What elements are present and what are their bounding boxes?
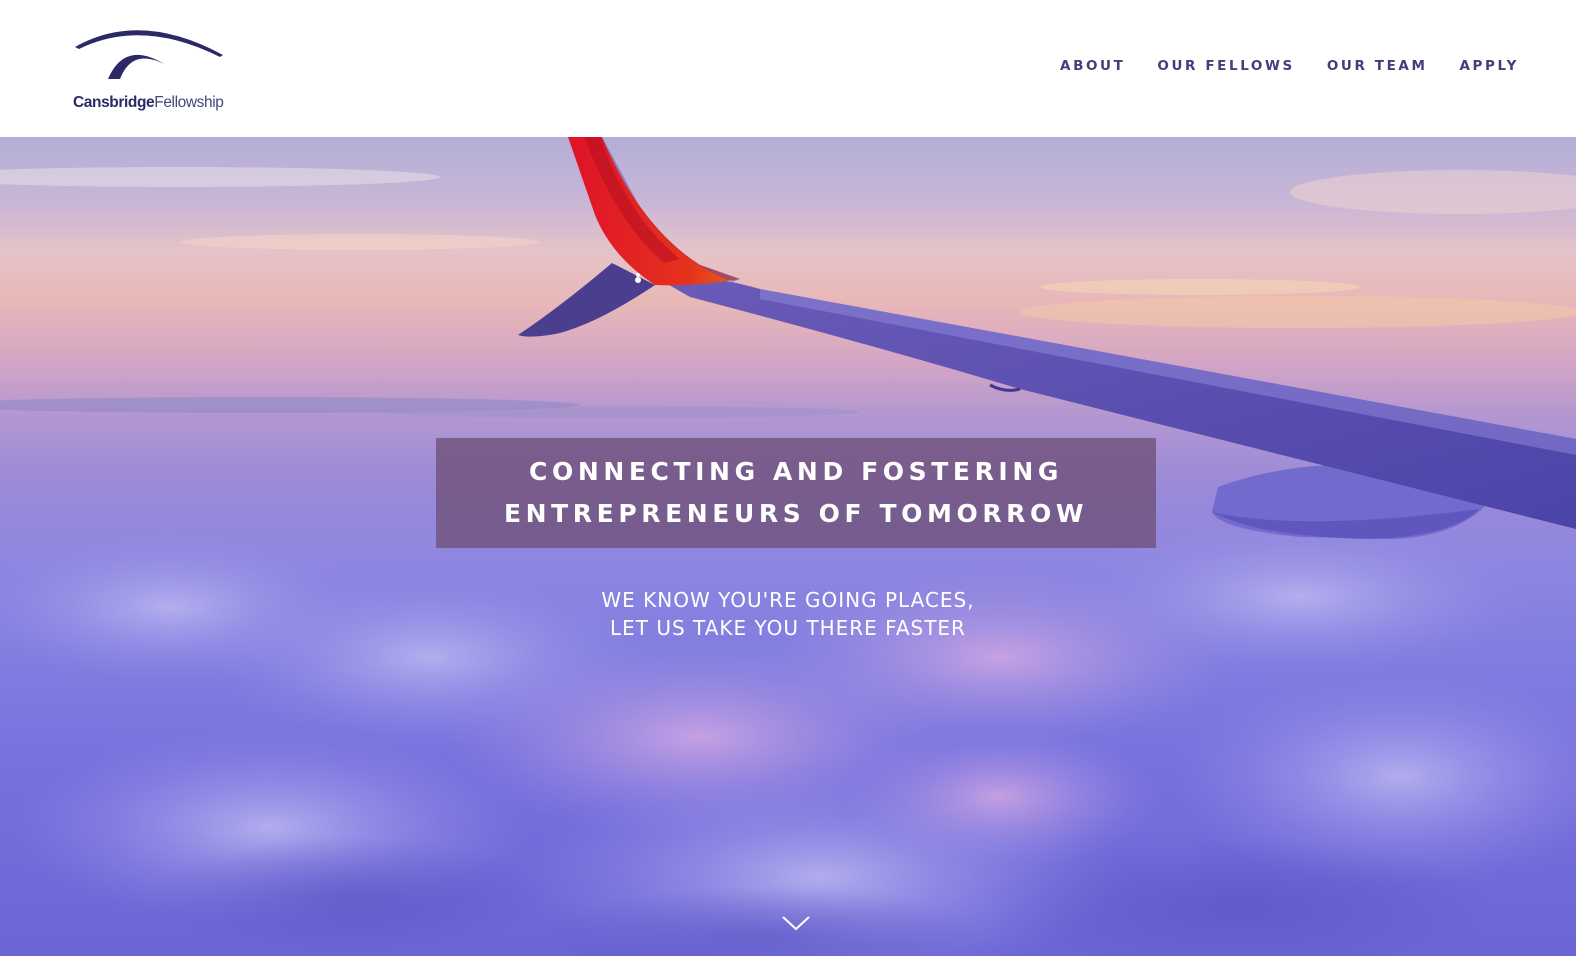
headline-line-2: ENTREPRENEURS OF TOMORROW <box>503 499 1089 528</box>
tagline: WE KNOW YOU'RE GOING PLACES, LET US TAKE… <box>0 586 1576 642</box>
nav-our-fellows[interactable]: OUR FELLOWS <box>1157 58 1294 74</box>
nav-apply[interactable]: APPLY <box>1459 58 1519 74</box>
logo-name-bold: Cansbridge <box>73 94 155 111</box>
headline-line-1: CONNECTING AND FOSTERING <box>529 457 1063 486</box>
headline-box: CONNECTING AND FOSTERING ENTREPRENEURS O… <box>436 438 1156 548</box>
site-header: CansbridgeFellowship ABOUT OUR FELLOWS O… <box>0 0 1576 137</box>
logo-link[interactable]: CansbridgeFellowship <box>70 22 240 117</box>
chevron-down-icon <box>782 916 810 931</box>
logo-wordmark: CansbridgeFellowship <box>73 94 224 112</box>
nav-our-team[interactable]: OUR TEAM <box>1327 58 1428 74</box>
tagline-line-1: WE KNOW YOU'RE GOING PLACES, <box>601 588 975 612</box>
hero-section: CONNECTING AND FOSTERING ENTREPRENEURS O… <box>0 137 1576 956</box>
main-nav: ABOUT OUR FELLOWS OUR TEAM APPLY <box>1060 58 1519 74</box>
logo-name-light: Fellowship <box>154 94 224 111</box>
scroll-down-button[interactable] <box>780 912 812 934</box>
nav-about[interactable]: ABOUT <box>1060 58 1125 74</box>
arches-logo-icon <box>75 30 223 79</box>
tagline-line-2: LET US TAKE YOU THERE FASTER <box>610 616 966 640</box>
